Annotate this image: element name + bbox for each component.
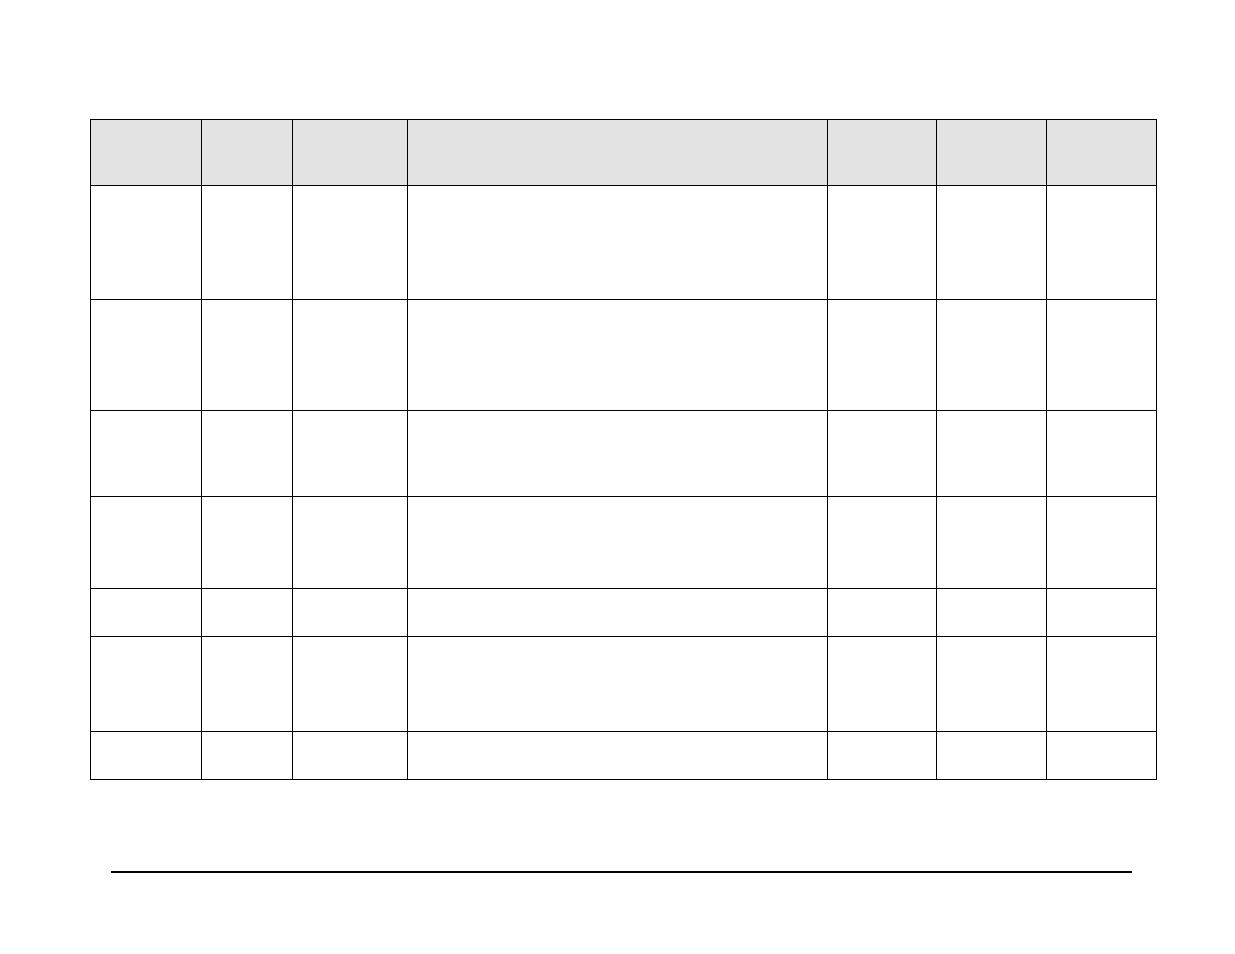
table-cell [202, 186, 293, 300]
table-cell [293, 186, 408, 300]
horizontal-rule [111, 871, 1132, 873]
table-cell [1047, 300, 1157, 411]
table-cell [293, 637, 408, 732]
table-cell [91, 589, 202, 637]
table-cell [1047, 637, 1157, 732]
table-cell [937, 589, 1047, 637]
table-row [91, 186, 1157, 300]
table-cell [937, 732, 1047, 780]
table-row [91, 497, 1157, 589]
table-cell [1047, 186, 1157, 300]
table-cell [828, 637, 937, 732]
table-header-cell [91, 120, 202, 186]
table-cell [937, 300, 1047, 411]
table-cell [91, 637, 202, 732]
page [0, 0, 1235, 954]
table-cell [91, 300, 202, 411]
table-header-cell [202, 120, 293, 186]
table-cell [408, 732, 828, 780]
table-cell [937, 637, 1047, 732]
table-cell [408, 300, 828, 411]
table-cell [202, 497, 293, 589]
table-cell [293, 300, 408, 411]
table-header-row [91, 120, 1157, 186]
table-cell [1047, 589, 1157, 637]
table-cell [408, 589, 828, 637]
table-header-cell [937, 120, 1047, 186]
table-cell [202, 589, 293, 637]
table-cell [91, 411, 202, 497]
table-header-cell [408, 120, 828, 186]
table-cell [828, 300, 937, 411]
table-cell [1047, 411, 1157, 497]
table-cell [828, 589, 937, 637]
table-cell [937, 186, 1047, 300]
table-row [91, 732, 1157, 780]
table-cell [91, 186, 202, 300]
table-cell [937, 497, 1047, 589]
table-header-cell [293, 120, 408, 186]
table-header-cell [828, 120, 937, 186]
table-cell [828, 732, 937, 780]
table-cell [202, 732, 293, 780]
data-table [90, 119, 1157, 780]
table-row [91, 637, 1157, 732]
table-cell [828, 186, 937, 300]
table-cell [91, 732, 202, 780]
table-cell [293, 732, 408, 780]
table-row [91, 589, 1157, 637]
table-cell [293, 497, 408, 589]
table-cell [202, 411, 293, 497]
table-cell [408, 497, 828, 589]
table-cell [293, 411, 408, 497]
table-cell [828, 411, 937, 497]
table-cell [408, 186, 828, 300]
table-cell [828, 497, 937, 589]
table-cell [91, 497, 202, 589]
table-header-cell [1047, 120, 1157, 186]
table-cell [1047, 497, 1157, 589]
table-cell [1047, 732, 1157, 780]
table-cell [408, 411, 828, 497]
table-cell [408, 637, 828, 732]
table-cell [202, 300, 293, 411]
table-cell [202, 637, 293, 732]
table-cell [293, 589, 408, 637]
table-cell [937, 411, 1047, 497]
table-row [91, 411, 1157, 497]
table-row [91, 300, 1157, 411]
